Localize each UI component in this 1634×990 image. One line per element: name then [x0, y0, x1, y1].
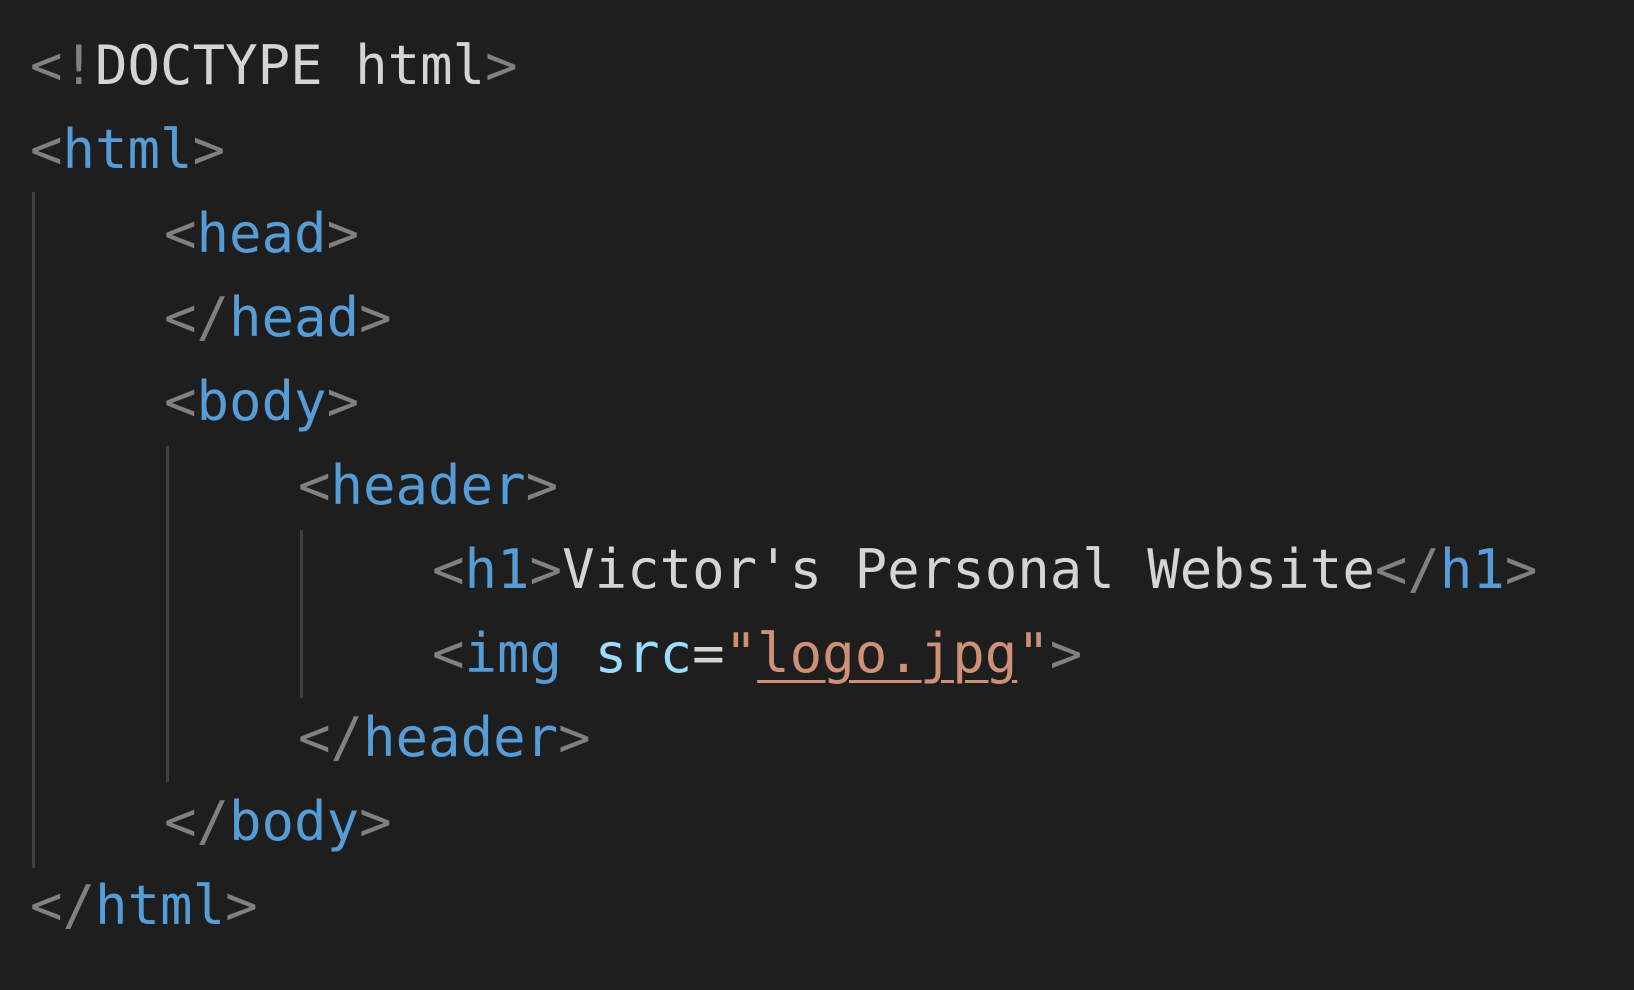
- token-tag: h1: [464, 538, 530, 601]
- token-punctuation: >: [326, 370, 360, 433]
- token-punctuation: >: [359, 286, 392, 349]
- token-equals: =: [692, 622, 725, 685]
- token-punctuation: <: [164, 202, 197, 265]
- code-line-11[interactable]: </html>: [30, 864, 258, 948]
- token-punctuation: </: [164, 790, 230, 853]
- token-punctuation: </: [1374, 538, 1440, 601]
- token-punctuation: >: [558, 706, 591, 769]
- token-string-link[interactable]: logo.jpg: [757, 622, 1017, 685]
- code-line-6[interactable]: <header>: [298, 444, 558, 528]
- token-tag: html: [62, 118, 193, 181]
- token-punctuation: <: [432, 622, 465, 685]
- code-line-8[interactable]: <img src="logo.jpg">: [432, 612, 1082, 696]
- token-punctuation: </: [30, 874, 96, 937]
- indent-guide-level-2: [166, 446, 169, 782]
- token-punctuation: </: [298, 706, 364, 769]
- token-tag: header: [363, 706, 559, 769]
- token-punctuation: <: [298, 454, 331, 517]
- code-line-3[interactable]: <head>: [164, 192, 359, 276]
- token-tag: body: [196, 370, 327, 433]
- token-punctuation: >: [525, 454, 559, 517]
- token-punctuation: <: [432, 538, 465, 601]
- indent-guide-level-3: [300, 530, 303, 698]
- token-punctuation: >: [529, 538, 563, 601]
- code-line-2[interactable]: <html>: [30, 108, 225, 192]
- token-quote: ": [1017, 622, 1050, 685]
- token-punctuation: <: [30, 118, 63, 181]
- token-attribute: src: [594, 622, 693, 685]
- token-punctuation: <!: [30, 34, 96, 97]
- token-punctuation: >: [192, 118, 226, 181]
- token-tag: h1: [1439, 538, 1505, 601]
- token-punctuation: >: [1504, 538, 1538, 601]
- token-doctype-rest: html: [322, 34, 486, 97]
- token-quote: ": [724, 622, 758, 685]
- indent-guide-level-1: [32, 192, 35, 868]
- token-tag: img: [464, 622, 563, 685]
- token-tag: header: [330, 454, 526, 517]
- code-line-9[interactable]: </header>: [298, 696, 591, 780]
- token-text-content: Victor's Personal Website: [562, 538, 1375, 601]
- token-tag: body: [229, 790, 360, 853]
- code-editor[interactable]: <!DOCTYPE html> <html> <head> </head> <b…: [0, 0, 1634, 990]
- token-punctuation: >: [1049, 622, 1083, 685]
- token-punctuation: </: [164, 286, 230, 349]
- token-punctuation: >: [485, 34, 518, 97]
- token-tag: head: [229, 286, 360, 349]
- code-line-5[interactable]: <body>: [164, 360, 359, 444]
- token-tag: html: [95, 874, 226, 937]
- code-line-4[interactable]: </head>: [164, 276, 392, 360]
- token-doctype: DOCTYPE: [95, 34, 323, 97]
- token-punctuation: <: [164, 370, 197, 433]
- token-punctuation: >: [326, 202, 360, 265]
- code-line-1[interactable]: <!DOCTYPE html>: [30, 24, 518, 108]
- token-punctuation: >: [359, 790, 392, 853]
- code-line-7[interactable]: <h1>Victor's Personal Website</h1>: [432, 528, 1537, 612]
- code-line-10[interactable]: </body>: [164, 780, 392, 864]
- token-punctuation: >: [225, 874, 258, 937]
- token-tag: head: [196, 202, 327, 265]
